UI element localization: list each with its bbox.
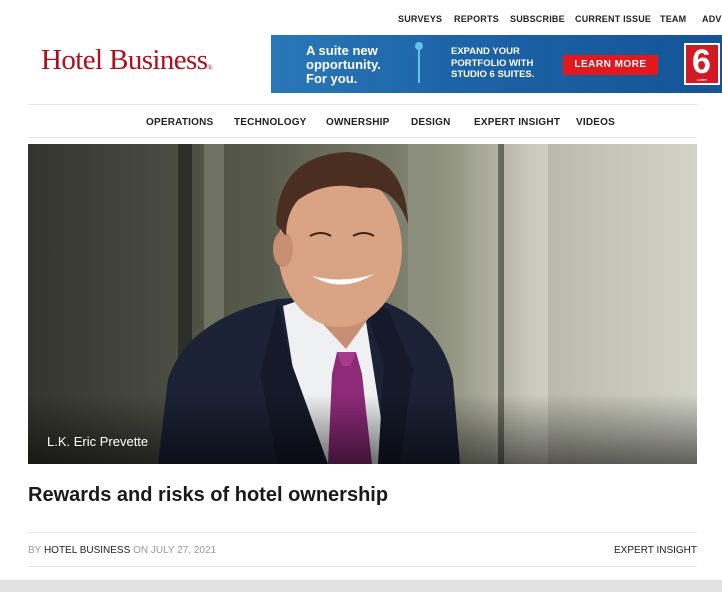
byline-by-label: BY bbox=[28, 545, 42, 556]
logo-registered-mark: ® bbox=[207, 64, 213, 72]
byline-date: JULY 27, 2021 bbox=[150, 545, 217, 556]
hero-image[interactable]: L.K. Eric Prevette bbox=[28, 144, 697, 464]
nav-operations[interactable]: OPERATIONS bbox=[146, 117, 213, 128]
caption-gradient bbox=[28, 394, 697, 464]
nav-divider bbox=[28, 137, 697, 138]
page-bottom-strip bbox=[0, 580, 722, 592]
nav-link-reports[interactable]: REPORTS bbox=[454, 14, 499, 24]
nav-link-subscribe[interactable]: SUBSCRIBE bbox=[510, 14, 565, 24]
meta-divider-bottom bbox=[28, 566, 697, 567]
top-utility-nav: SURVEYS REPORTS SUBSCRIBE CURRENT ISSUE … bbox=[0, 14, 722, 30]
ad-subtext: EXPAND YOUR PORTFOLIO WITH STUDIO 6 SUIT… bbox=[451, 46, 535, 80]
nav-expert-insight[interactable]: EXPERT INSIGHT bbox=[474, 117, 560, 128]
nav-link-surveys[interactable]: SURVEYS bbox=[398, 14, 442, 24]
nav-ownership[interactable]: OWNERSHIP bbox=[326, 117, 389, 128]
logo-text: Hotel Business bbox=[41, 44, 208, 76]
nav-technology[interactable]: TECHNOLOGY bbox=[234, 117, 307, 128]
hero-caption: L.K. Eric Prevette bbox=[47, 434, 149, 449]
ad-divider-line bbox=[418, 45, 420, 83]
nav-design[interactable]: DESIGN bbox=[411, 117, 451, 128]
byline-author-link[interactable]: HOTEL BUSINESS bbox=[44, 545, 130, 556]
nav-link-current-issue[interactable]: CURRENT ISSUE bbox=[575, 14, 651, 24]
ad-banner[interactable]: A suite new opportunity. For you. EXPAND… bbox=[271, 35, 722, 93]
article-category-link[interactable]: EXPERT INSIGHT bbox=[614, 545, 697, 556]
ad-headline: A suite new opportunity. For you. bbox=[306, 43, 381, 86]
article-byline: BY HOTEL BUSINESS ON JULY 27, 2021 bbox=[28, 545, 216, 556]
byline-on-label: ON bbox=[133, 545, 149, 556]
nav-link-advertise[interactable]: ADVE bbox=[702, 14, 722, 24]
nav-videos[interactable]: VIDEOS bbox=[576, 117, 615, 128]
ad-learn-more-button[interactable]: LEARN MORE bbox=[563, 55, 658, 75]
article-title[interactable]: Rewards and risks of hotel ownership bbox=[28, 484, 388, 507]
nav-link-team[interactable]: TEAM bbox=[660, 14, 686, 24]
site-logo[interactable]: Hotel Business® bbox=[41, 42, 213, 78]
studio6-logo: 6 suites bbox=[684, 43, 720, 85]
header-divider bbox=[28, 104, 697, 105]
studio6-suites-label: suites bbox=[696, 77, 708, 82]
meta-divider-top bbox=[28, 532, 697, 533]
